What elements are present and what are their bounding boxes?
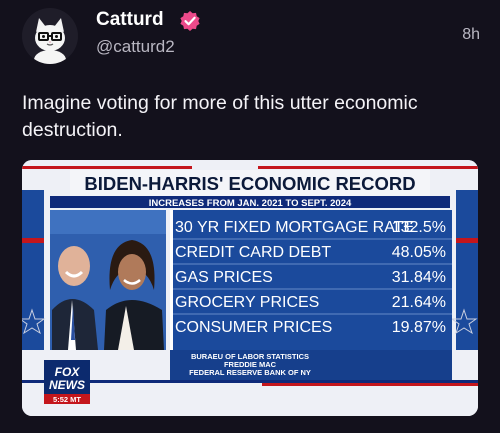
verified-badge-icon [180,11,200,31]
left-side-panel [22,190,44,350]
stat-value: 31.84% [392,269,446,286]
broadcast-time: 5:52 MT [53,395,81,404]
right-side-panel [456,190,478,350]
stat-label: CREDIT CARD DEBT [175,244,331,261]
avatar[interactable] [22,8,78,64]
post-media[interactable]: BIDEN-HARRIS' ECONOMIC RECORD INCREASES … [22,160,478,416]
graphic-subheadline: INCREASES FROM JAN. 2021 TO SEPT. 2024 [149,198,352,209]
post-text: Imagine voting for more of this utter ec… [22,92,418,141]
cat-avatar-icon [22,8,78,64]
stat-value: 132.5% [392,219,446,236]
stat-value: 19.87% [392,319,446,336]
news-graphic: BIDEN-HARRIS' ECONOMIC RECORD INCREASES … [22,160,478,416]
stat-row: CONSUMER PRICES 19.87% [175,319,446,336]
author-name[interactable]: Catturd [96,9,164,31]
stat-row: GROCERY PRICES 21.64% [175,294,446,311]
post-timestamp: 8h [462,26,480,43]
stat-label: GROCERY PRICES [175,294,319,311]
graphic-headline: BIDEN-HARRIS' ECONOMIC RECORD [84,173,415,194]
network-logo: FOX NEWS 5:52 MT [44,360,90,404]
stat-row: CREDIT CARD DEBT 48.05% [175,244,446,261]
network-logo-line1: FOX [55,365,81,379]
stat-value: 21.64% [392,294,446,311]
stat-label: GAS PRICES [175,269,273,286]
stat-label: 30 YR FIXED MORTGAGE RATE [175,219,414,236]
stat-label: CONSUMER PRICES [175,319,332,336]
source-line: FEDERAL RESERVE BANK OF NY [189,368,311,377]
stat-value: 48.05% [392,244,446,261]
network-logo-line2: NEWS [49,378,85,392]
author-handle[interactable]: @catturd2 [96,37,175,57]
stat-row: 30 YR FIXED MORTGAGE RATE 132.5% [175,219,446,236]
